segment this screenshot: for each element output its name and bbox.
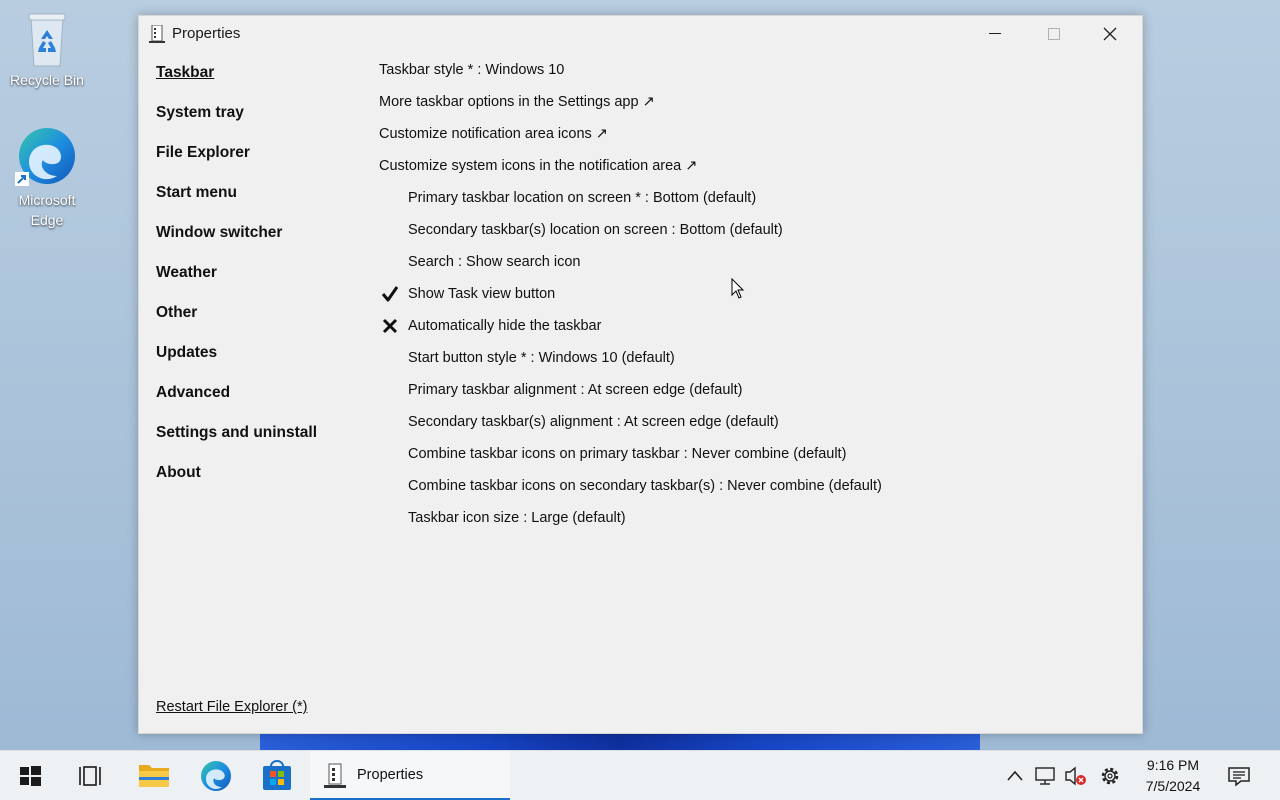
nav-item-weather[interactable]: Weather — [156, 256, 317, 296]
option-label: Secondary taskbar(s) location on screen … — [408, 222, 783, 238]
store-taskbar-button[interactable] — [254, 751, 300, 800]
desktop-icon-label: Recycle Bin — [10, 72, 84, 88]
network-tray-button[interactable] — [1032, 751, 1058, 800]
restart-file-explorer-link[interactable]: Restart File Explorer (*) — [156, 699, 307, 715]
edge-icon — [15, 126, 79, 190]
action-center-button[interactable] — [1224, 751, 1254, 800]
checkmark-icon — [381, 284, 399, 304]
option-secondary-alignment[interactable]: Secondary taskbar(s) alignment : At scre… — [379, 412, 882, 444]
option-taskbar-style[interactable]: Taskbar style * : Windows 10 — [379, 60, 882, 92]
option-label: Taskbar icon size : Large (default) — [408, 510, 626, 526]
volume-tray-button[interactable] — [1062, 751, 1090, 800]
recycle-bin-icon — [23, 8, 71, 70]
windows-logo-icon — [20, 766, 41, 786]
nav-item-window-switcher[interactable]: Window switcher — [156, 216, 317, 256]
option-system-icons-link[interactable]: Customize system icons in the notificati… — [379, 156, 882, 188]
option-combine-primary[interactable]: Combine taskbar icons on primary taskbar… — [379, 444, 882, 476]
option-primary-alignment[interactable]: Primary taskbar alignment : At screen ed… — [379, 380, 882, 412]
option-auto-hide[interactable]: Automatically hide the taskbar — [379, 316, 882, 348]
nav-item-settings-and-uninstall[interactable]: Settings and uninstall — [156, 416, 317, 456]
properties-taskbar-button[interactable]: Properties — [310, 751, 510, 800]
chevron-up-icon — [1007, 770, 1023, 781]
edge-taskbar-button[interactable] — [193, 751, 239, 800]
notifications-icon — [1228, 767, 1250, 787]
option-label: Start button style * : Windows 10 (defau… — [408, 350, 675, 366]
clock-date: 7/5/2024 — [1145, 778, 1201, 794]
start-button[interactable] — [10, 751, 50, 800]
close-button[interactable] — [1082, 16, 1140, 52]
option-label: Combine taskbar icons on secondary taskb… — [408, 478, 882, 494]
volume-muted-icon — [1065, 766, 1086, 786]
show-hidden-icons-button[interactable] — [1002, 751, 1028, 800]
desktop-icon-microsoft-edge[interactable]: Microsoft Edge — [2, 126, 92, 230]
maximize-button[interactable] — [1024, 16, 1082, 52]
option-settings-app-link[interactable]: More taskbar options in the Settings app… — [379, 92, 882, 124]
properties-app-icon — [149, 24, 165, 43]
taskbar-clock[interactable]: 9:16 PM 7/5/2024 — [1134, 755, 1212, 797]
nav-item-taskbar[interactable]: Taskbar — [156, 56, 317, 96]
folder-icon — [139, 765, 169, 787]
option-start-button-style[interactable]: Start button style * : Windows 10 (defau… — [379, 348, 882, 380]
settings-tray-button[interactable] — [1096, 751, 1124, 800]
nav-item-system-tray[interactable]: System tray — [156, 96, 317, 136]
task-view-icon — [79, 766, 101, 786]
option-secondary-location[interactable]: Secondary taskbar(s) location on screen … — [379, 220, 882, 252]
nav-item-about[interactable]: About — [156, 456, 317, 496]
task-view-button[interactable] — [70, 751, 110, 800]
option-label: Primary taskbar location on screen * : B… — [408, 190, 757, 206]
window-title: Properties — [172, 25, 241, 42]
option-search[interactable]: Search : Show search icon — [379, 252, 882, 284]
option-combine-secondary[interactable]: Combine taskbar icons on secondary taskb… — [379, 476, 882, 508]
network-icon — [1035, 767, 1055, 785]
wallpaper-bloom — [260, 734, 980, 750]
option-label: Show Task view button — [408, 286, 556, 302]
minimize-button[interactable] — [966, 16, 1024, 52]
option-label: Automatically hide the taskbar — [408, 318, 602, 334]
nav-item-updates[interactable]: Updates — [156, 336, 317, 376]
gear-icon — [1101, 767, 1119, 785]
clock-time: 9:16 PM — [1146, 757, 1200, 773]
desktop-icon-label: Microsoft Edge — [18, 192, 76, 228]
taskbar-app-label: Properties — [357, 767, 424, 783]
option-label: Primary taskbar alignment : At screen ed… — [408, 382, 743, 398]
taskbar: Properties 9:16 PM 7/5/2024 — [0, 750, 1280, 800]
nav-item-file-explorer[interactable]: File Explorer — [156, 136, 317, 176]
taskbar-options-list: Taskbar style * : Windows 10 More taskba… — [379, 60, 882, 540]
sidebar-nav: Taskbar System tray File Explorer Start … — [156, 56, 317, 496]
mouse-pointer-icon — [731, 277, 745, 305]
option-label: Combine taskbar icons on primary taskbar… — [408, 446, 847, 462]
option-icon-size[interactable]: Taskbar icon size : Large (default) — [379, 508, 882, 540]
store-icon — [263, 760, 291, 790]
close-icon — [1103, 27, 1117, 41]
desktop-icon-recycle-bin[interactable]: Recycle Bin — [2, 8, 92, 90]
option-notification-icons-link[interactable]: Customize notification area icons ↗ — [379, 124, 882, 156]
title-bar[interactable]: Properties — [139, 16, 1142, 52]
properties-window: Properties Taskbar System tray File Expl… — [138, 15, 1143, 734]
nav-item-other[interactable]: Other — [156, 296, 317, 336]
properties-app-icon — [324, 763, 346, 788]
nav-item-start-menu[interactable]: Start menu — [156, 176, 317, 216]
option-label: Search : Show search icon — [408, 254, 581, 270]
edge-icon — [201, 761, 231, 791]
cross-icon — [381, 316, 399, 336]
option-label: Secondary taskbar(s) alignment : At scre… — [408, 414, 779, 430]
nav-item-advanced[interactable]: Advanced — [156, 376, 317, 416]
file-explorer-taskbar-button[interactable] — [131, 751, 177, 800]
option-primary-location[interactable]: Primary taskbar location on screen * : B… — [379, 188, 882, 220]
option-show-task-view[interactable]: Show Task view button — [379, 284, 882, 316]
